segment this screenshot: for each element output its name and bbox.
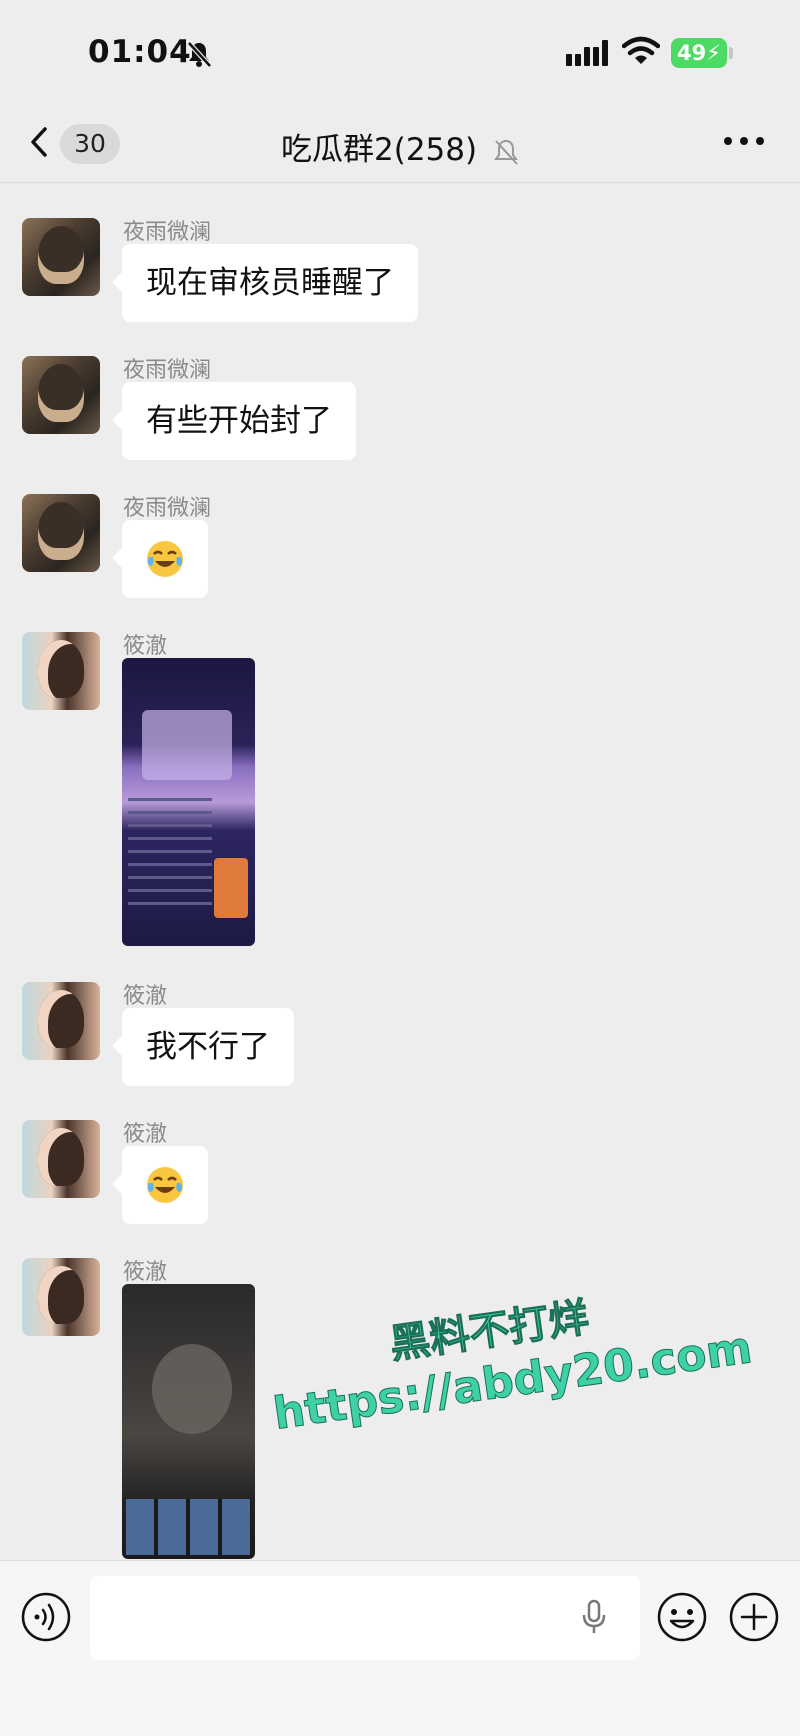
sender-name: 筱澈 [123, 1260, 168, 1285]
image-message-thumbnail[interactable] [122, 1284, 255, 1559]
crying-laughing-emoji-icon [147, 1167, 183, 1203]
message-bubble[interactable]: 现在审核员睡醒了 [112, 244, 418, 322]
avatar[interactable] [22, 356, 100, 434]
sender-name: 夜雨微澜 [123, 220, 212, 245]
message-input[interactable] [90, 1576, 640, 1660]
signal-icon [566, 40, 608, 66]
emoji-message-bubble[interactable] [112, 520, 208, 598]
avatar-figure [38, 1128, 84, 1186]
emoji-message-bubble[interactable] [112, 1146, 208, 1224]
status-bar: 01:04 49⚡ [0, 0, 800, 100]
wifi-icon [622, 36, 660, 64]
emoji-icon[interactable] [656, 1591, 708, 1643]
more-dot [756, 137, 764, 145]
plus-icon[interactable] [728, 1591, 780, 1643]
chat-title: 吃瓜群2(258) [281, 132, 478, 168]
avatar-figure [38, 1266, 84, 1324]
avatar[interactable] [22, 218, 100, 296]
mute-bell-icon [493, 139, 518, 165]
avatar-figure [38, 226, 84, 284]
crying-laughing-emoji-icon [147, 541, 183, 577]
sender-name: 夜雨微澜 [123, 358, 212, 383]
message-bubble[interactable]: 有些开始封了 [112, 382, 356, 460]
avatar-figure [38, 502, 84, 560]
input-bar [0, 1560, 800, 1736]
more-dot [724, 137, 732, 145]
status-time: 01:04 [88, 34, 192, 70]
avatar[interactable] [22, 632, 100, 710]
avatar[interactable] [22, 982, 100, 1060]
chat-title-wrap: 吃瓜群2(258) [0, 124, 800, 169]
mute-bell-icon [187, 41, 212, 68]
avatar[interactable] [22, 1120, 100, 1198]
thumbnail-content [142, 710, 232, 780]
watermark: 黑料不打烊 https://abdy20.com [262, 1267, 756, 1440]
more-dot [740, 137, 748, 145]
image-message-thumbnail[interactable] [122, 658, 255, 946]
thumbnail-content [126, 1499, 251, 1555]
sender-name: 筱澈 [123, 984, 168, 1009]
battery-nub [729, 47, 733, 59]
sender-name: 筱澈 [123, 634, 168, 659]
chat-header: 30 吃瓜群2(258) [0, 100, 800, 183]
avatar[interactable] [22, 494, 100, 572]
battery-level: 49 [677, 41, 707, 65]
voice-input-icon[interactable] [20, 1591, 72, 1643]
message-bubble[interactable]: 我不行了 [112, 1008, 294, 1086]
more-options-button[interactable] [722, 130, 766, 152]
avatar-figure [38, 640, 84, 698]
avatar[interactable] [22, 1258, 100, 1336]
avatar-figure [38, 364, 84, 422]
battery-indicator: 49⚡ [671, 38, 727, 68]
sender-name: 夜雨微澜 [123, 496, 212, 521]
microphone-icon[interactable] [582, 1599, 606, 1635]
avatar-figure [38, 990, 84, 1048]
thumbnail-content [128, 798, 212, 908]
thumbnail-content [214, 858, 248, 918]
sender-name: 筱澈 [123, 1122, 168, 1147]
thumbnail-content [152, 1344, 232, 1434]
